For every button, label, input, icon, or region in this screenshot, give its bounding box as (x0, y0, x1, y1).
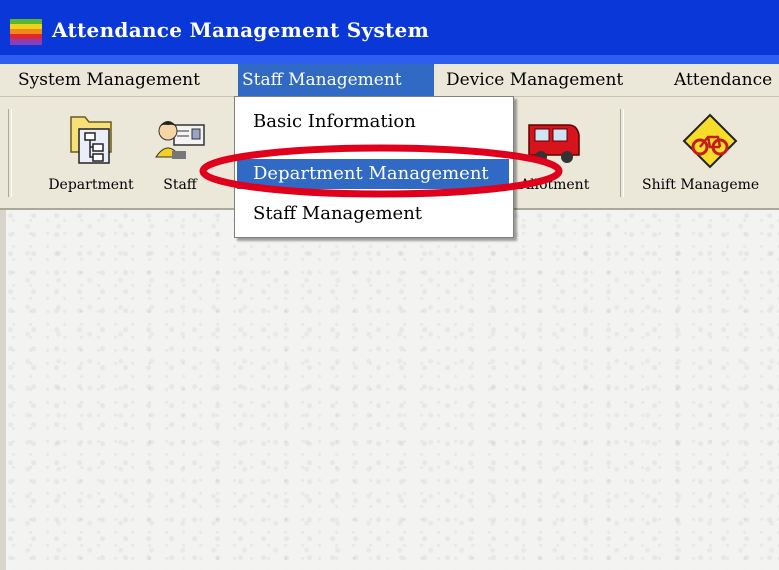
staff-card-icon (155, 121, 205, 159)
toolbar-allotment-label: Allotment (520, 177, 590, 193)
toolbar-shift-management-label: Shift Manageme (642, 177, 760, 193)
menu-attendance[interactable]: Attendance (670, 64, 776, 96)
department-tree-icon (70, 116, 112, 164)
toolbar-department-label: Department (48, 177, 134, 193)
menu-device-management[interactable]: Device Management (442, 64, 627, 96)
toolbar-separator (8, 109, 12, 197)
app-logo-icon (10, 19, 42, 45)
window-title: Attendance Management System (52, 18, 430, 42)
title-bar-edge (0, 55, 779, 64)
menu-system-management[interactable]: System Management (14, 64, 204, 96)
bicycle-sign-icon (682, 113, 737, 169)
toolbar-separator (620, 109, 624, 197)
menu-bar: System Management Staff Management Devic… (0, 64, 779, 97)
toolbar-staff-button[interactable]: Staff (150, 105, 210, 201)
toolbar-department-button[interactable]: Department (36, 105, 146, 201)
toolbar-staff-label: Staff (163, 177, 197, 193)
menu-item-staff-management[interactable]: Staff Management (237, 199, 509, 229)
menu-item-department-management[interactable]: Department Management (237, 159, 509, 189)
menu-item-basic-information[interactable]: Basic Information (237, 107, 509, 137)
toolbar-shift-management-button[interactable]: Shift Manageme (640, 105, 779, 201)
toolbar-allotment-button[interactable]: Allotment (500, 105, 610, 201)
staff-management-dropdown: Basic Information Department Management … (234, 96, 514, 238)
main-content-area (0, 210, 779, 570)
menu-staff-management[interactable]: Staff Management (238, 64, 434, 96)
red-car-icon (528, 124, 580, 163)
